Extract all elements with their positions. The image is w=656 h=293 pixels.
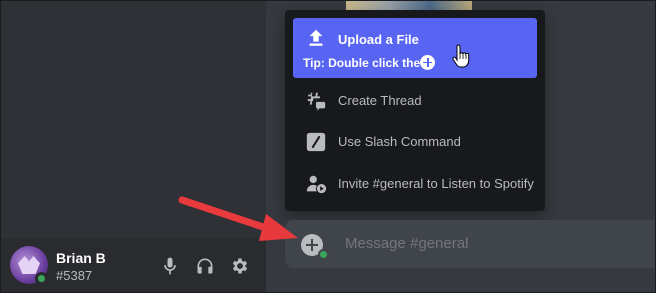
- slash-command-icon: [305, 131, 327, 153]
- attach-badge-icon: [318, 249, 329, 260]
- headphones-icon[interactable]: [195, 256, 215, 276]
- attachment-menu: Upload a File Tip: Double click the Crea…: [285, 10, 545, 211]
- upload-icon: [305, 27, 327, 49]
- attachment-image-thumbnail[interactable]: [346, 0, 472, 10]
- menu-item-label: Use Slash Command: [338, 134, 461, 149]
- microphone-icon[interactable]: [160, 256, 180, 276]
- message-input[interactable]: Message #general: [345, 235, 468, 252]
- gear-icon[interactable]: [230, 256, 250, 276]
- hand-pointer-icon: [452, 44, 470, 68]
- thread-icon: [305, 90, 327, 112]
- username[interactable]: Brian B: [56, 250, 106, 266]
- menu-item-upload-file[interactable]: Upload a File Tip: Double click the: [293, 18, 537, 78]
- menu-item-slash-command[interactable]: Use Slash Command: [293, 122, 537, 160]
- menu-item-label: Upload a File: [338, 32, 419, 47]
- user-panel: Brian B #5387: [0, 238, 266, 293]
- menu-item-spotify-invite[interactable]: Invite #general to Listen to Spotify: [293, 164, 537, 202]
- menu-item-label: Create Thread: [338, 93, 422, 108]
- menu-item-label: Invite #general to Listen to Spotify: [338, 176, 534, 191]
- plus-circle-icon: [420, 55, 435, 70]
- menu-item-create-thread[interactable]: Create Thread: [293, 81, 537, 119]
- online-status-icon: [35, 272, 48, 285]
- spotify-invite-icon: [305, 173, 327, 195]
- user-tag: #5387: [56, 268, 93, 283]
- upload-tip: Tip: Double click the: [303, 56, 421, 70]
- message-composer: Message #general: [285, 220, 656, 268]
